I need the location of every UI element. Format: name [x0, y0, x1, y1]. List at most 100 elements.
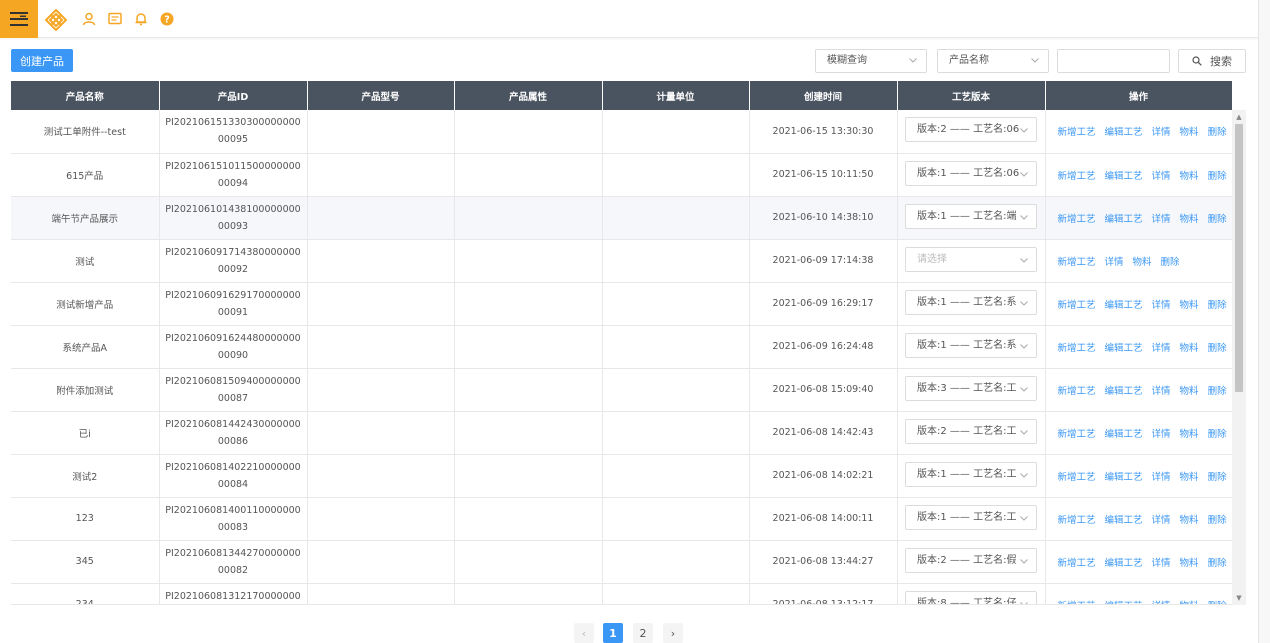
- column-header[interactable]: 操作: [1045, 81, 1233, 110]
- column-header[interactable]: 产品型号: [307, 81, 455, 110]
- version-select[interactable]: 版本:1 —— 工艺名:系: [905, 289, 1037, 315]
- table-row[interactable]: 测试工单附件--test PI20210615133030000000000095…: [11, 110, 1233, 154]
- user-icon[interactable]: [82, 12, 96, 26]
- table-row[interactable]: 测试2 PI20210608140221000000000084 2021-06-0…: [11, 454, 1233, 498]
- row-action-link[interactable]: 删除: [1161, 257, 1180, 268]
- table-row[interactable]: 测试新增产品 PI20210609162917000000000091 2021-0…: [11, 282, 1233, 326]
- row-action-link[interactable]: 物料: [1180, 601, 1199, 605]
- row-action-link[interactable]: 新增工艺: [1058, 214, 1096, 225]
- create-product-button[interactable]: 创建产品: [11, 49, 73, 72]
- row-action-link[interactable]: 详情: [1152, 300, 1171, 311]
- row-action-link[interactable]: 新增工艺: [1058, 472, 1096, 483]
- version-select[interactable]: 版本:2 —— 工艺名:假: [905, 547, 1037, 573]
- table-row[interactable]: 234PI20210608131217000000000081 2021-06-0…: [11, 583, 1233, 605]
- row-action-link[interactable]: 物料: [1180, 515, 1199, 526]
- row-action-link[interactable]: 删除: [1208, 472, 1227, 483]
- row-action-link[interactable]: 新增工艺: [1058, 558, 1096, 569]
- version-select[interactable]: 版本:2 —— 工艺名:06: [905, 117, 1037, 143]
- row-action-link[interactable]: 新增工艺: [1058, 515, 1096, 526]
- table-row[interactable]: 123 PI20210608140011000000000083 2021-06-0…: [11, 497, 1233, 541]
- row-action-link[interactable]: 新增工艺: [1058, 429, 1096, 440]
- row-action-link[interactable]: 详情: [1152, 515, 1171, 526]
- row-action-link[interactable]: 详情: [1152, 171, 1171, 182]
- column-header[interactable]: 创建时间: [749, 81, 898, 110]
- row-action-link[interactable]: 详情: [1152, 558, 1171, 569]
- search-input[interactable]: [1057, 49, 1170, 73]
- row-action-link[interactable]: 编辑工艺: [1105, 429, 1143, 440]
- row-action-link[interactable]: 新增工艺: [1058, 386, 1096, 397]
- row-action-link[interactable]: 物料: [1180, 300, 1199, 311]
- table-row[interactable]: 端午节产品展示 PI20210610143810000000000093 2021-…: [11, 196, 1233, 240]
- search-button[interactable]: 搜索: [1178, 49, 1246, 73]
- menu-toggle-button[interactable]: [0, 0, 38, 38]
- scroll-down-arrow[interactable]: ▼: [1235, 594, 1243, 602]
- row-action-link[interactable]: 删除: [1208, 171, 1227, 182]
- scrollbar-thumb[interactable]: [1235, 124, 1243, 392]
- row-action-link[interactable]: 物料: [1180, 171, 1199, 182]
- pagination-page-1[interactable]: 1: [603, 623, 623, 643]
- table-row[interactable]: 附件添加测试 PI20210608150940000000000087 2021-0…: [11, 368, 1233, 412]
- row-action-link[interactable]: 编辑工艺: [1105, 515, 1143, 526]
- row-action-link[interactable]: 编辑工艺: [1105, 171, 1143, 182]
- table-row[interactable]: 测试 PI20210609171438000000000092 2021-06-09…: [11, 239, 1233, 283]
- version-select[interactable]: 版本:2 —— 工艺名:工: [905, 418, 1037, 444]
- row-action-link[interactable]: 物料: [1180, 472, 1199, 483]
- row-action-link[interactable]: 详情: [1152, 429, 1171, 440]
- table-scrollbar[interactable]: ▲ ▼: [1232, 110, 1246, 605]
- row-action-link[interactable]: 详情: [1152, 601, 1171, 605]
- message-icon[interactable]: [108, 12, 122, 26]
- row-action-link[interactable]: 删除: [1208, 515, 1227, 526]
- version-select[interactable]: 版本:3 —— 工艺名:工: [905, 375, 1037, 401]
- row-action-link[interactable]: 物料: [1180, 127, 1199, 138]
- row-action-link[interactable]: 编辑工艺: [1105, 300, 1143, 311]
- row-action-link[interactable]: 详情: [1152, 343, 1171, 354]
- version-select[interactable]: 版本:1 —— 工艺名:系: [905, 332, 1037, 358]
- scroll-up-arrow[interactable]: ▲: [1235, 113, 1243, 121]
- version-select[interactable]: 版本:8 —— 工艺名:仔: [905, 590, 1037, 604]
- row-action-link[interactable]: 新增工艺: [1058, 127, 1096, 138]
- version-select[interactable]: 版本:1 —— 工艺名:工: [905, 461, 1037, 487]
- column-header[interactable]: 产品名称: [11, 81, 160, 110]
- row-action-link[interactable]: 删除: [1208, 214, 1227, 225]
- column-header[interactable]: 产品ID: [159, 81, 308, 110]
- row-action-link[interactable]: 编辑工艺: [1105, 601, 1143, 605]
- row-action-link[interactable]: 编辑工艺: [1105, 472, 1143, 483]
- column-header[interactable]: 计量单位: [602, 81, 750, 110]
- row-action-link[interactable]: 删除: [1208, 343, 1227, 354]
- row-action-link[interactable]: 删除: [1208, 300, 1227, 311]
- table-row[interactable]: 345 PI20210608134427000000000082 2021-06-0…: [11, 540, 1233, 584]
- row-action-link[interactable]: 删除: [1208, 127, 1227, 138]
- filter-mode-select[interactable]: 模糊查询: [815, 49, 927, 73]
- row-action-link[interactable]: 编辑工艺: [1105, 386, 1143, 397]
- row-action-link[interactable]: 删除: [1208, 601, 1227, 605]
- bell-icon[interactable]: [134, 12, 148, 26]
- row-action-link[interactable]: 详情: [1152, 127, 1171, 138]
- table-row[interactable]: 系统产品A PI20210609162448000000000090 2021-06…: [11, 325, 1233, 369]
- row-action-link[interactable]: 物料: [1180, 214, 1199, 225]
- table-row[interactable]: 615产品 PI20210615101150000000000094 2021-06…: [11, 153, 1233, 197]
- row-action-link[interactable]: 物料: [1180, 429, 1199, 440]
- row-action-link[interactable]: 删除: [1208, 429, 1227, 440]
- column-header[interactable]: 工艺版本: [897, 81, 1046, 110]
- pagination-prev-button[interactable]: ‹: [574, 623, 594, 643]
- version-select[interactable]: 版本:1 —— 工艺名:06: [905, 160, 1037, 186]
- pagination-next-button[interactable]: ›: [663, 623, 683, 643]
- filter-field-select[interactable]: 产品名称: [937, 49, 1049, 73]
- row-action-link[interactable]: 物料: [1133, 257, 1152, 268]
- row-action-link[interactable]: 详情: [1152, 386, 1171, 397]
- row-action-link[interactable]: 物料: [1180, 558, 1199, 569]
- row-action-link[interactable]: 删除: [1208, 558, 1227, 569]
- row-action-link[interactable]: 新增工艺: [1058, 171, 1096, 182]
- row-action-link[interactable]: 详情: [1152, 214, 1171, 225]
- row-action-link[interactable]: 新增工艺: [1058, 343, 1096, 354]
- row-action-link[interactable]: 编辑工艺: [1105, 214, 1143, 225]
- row-action-link[interactable]: 编辑工艺: [1105, 343, 1143, 354]
- row-action-link[interactable]: 物料: [1180, 343, 1199, 354]
- row-action-link[interactable]: 编辑工艺: [1105, 127, 1143, 138]
- pagination-page-2[interactable]: 2: [633, 623, 653, 643]
- row-action-link[interactable]: 新增工艺: [1058, 300, 1096, 311]
- table-row[interactable]: 已i PI20210608144243000000000086 2021-06-08…: [11, 411, 1233, 455]
- row-action-link[interactable]: 详情: [1105, 257, 1124, 268]
- version-select[interactable]: 请选择: [905, 246, 1037, 272]
- row-action-link[interactable]: 详情: [1152, 472, 1171, 483]
